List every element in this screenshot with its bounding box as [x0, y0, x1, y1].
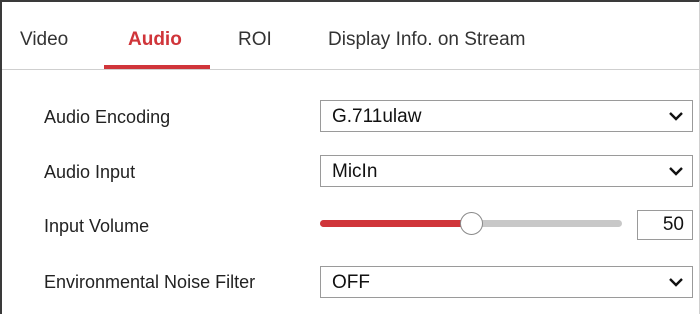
- chevron-down-icon: [669, 112, 683, 121]
- noise-filter-select[interactable]: OFF: [320, 266, 693, 298]
- audio-encoding-label: Audio Encoding: [44, 107, 171, 127]
- chevron-down-icon: [669, 278, 683, 287]
- audio-input-label: Audio Input: [44, 162, 136, 182]
- noise-filter-value: OFF: [332, 272, 370, 293]
- audio-input-value: MicIn: [332, 161, 378, 182]
- tab-roi[interactable]: ROI: [238, 29, 272, 51]
- audio-input-select[interactable]: MicIn: [320, 155, 693, 187]
- audio-encoding-select[interactable]: G.711ulaw: [320, 100, 693, 132]
- input-volume-value-field[interactable]: 50: [637, 210, 693, 240]
- tab-audio[interactable]: Audio: [128, 29, 182, 51]
- slider-thumb[interactable]: [460, 212, 483, 235]
- audio-settings-panel: Video Audio ROI Display Info. on Stream …: [0, 0, 700, 314]
- audio-encoding-value: G.711ulaw: [332, 106, 422, 127]
- slider-fill: [320, 220, 471, 227]
- input-volume-slider[interactable]: [320, 211, 622, 235]
- input-volume-label: Input Volume: [44, 216, 150, 236]
- active-tab-indicator: [104, 65, 210, 69]
- chevron-down-icon: [669, 167, 683, 176]
- noise-filter-label: Environmental Noise Filter: [44, 272, 256, 292]
- tab-display-info[interactable]: Display Info. on Stream: [328, 29, 525, 51]
- tab-bar: Video Audio ROI Display Info. on Stream: [2, 2, 699, 70]
- tab-video[interactable]: Video: [20, 29, 68, 51]
